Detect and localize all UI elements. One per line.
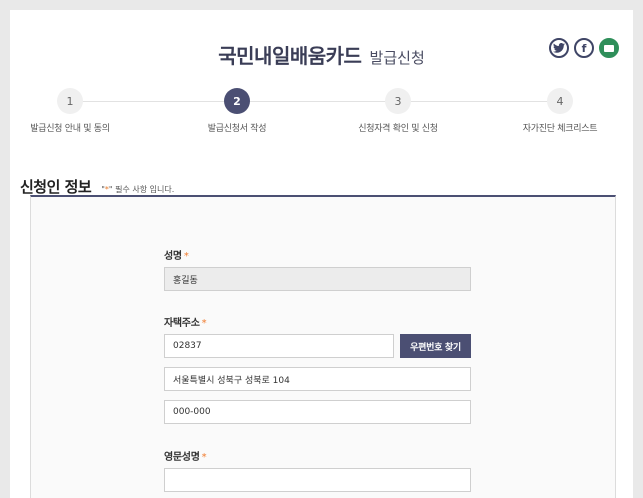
address-line2-field[interactable]: 000-000 bbox=[164, 400, 471, 424]
share-bar: f bbox=[549, 38, 619, 58]
required-note-text: " 필수 사항 입니다. bbox=[108, 185, 175, 194]
step-label: 자가진단 체크리스트 bbox=[522, 124, 598, 134]
progress-steps: 1 발급신청 안내 및 동의 2 발급신청서 작성 3 신청자격 확인 및 신청… bbox=[10, 88, 633, 148]
step-number: 4 bbox=[547, 88, 573, 114]
title-main: 국민내일배움카드 bbox=[218, 44, 362, 68]
name-field: 홍길동 bbox=[164, 267, 471, 291]
step-label: 발급신청 안내 및 동의 bbox=[30, 124, 110, 134]
step-number: 1 bbox=[57, 88, 83, 114]
address-line1-field[interactable]: 서울특별시 성북구 성북로 104 bbox=[164, 367, 471, 391]
english-name-label: 영문성명 * bbox=[164, 448, 207, 463]
step-number: 2 bbox=[224, 88, 250, 114]
section-header: 신청인 정보 "*" 필수 사항 입니다. bbox=[20, 176, 174, 197]
twitter-icon[interactable] bbox=[549, 38, 569, 58]
address-label: 자택주소 * bbox=[164, 314, 207, 329]
step-3: 3 신청자격 확인 및 신청 bbox=[323, 88, 473, 134]
step-2: 2 발급신청서 작성 bbox=[162, 88, 312, 134]
required-star: * bbox=[201, 318, 207, 329]
step-4: 4 자가진단 체크리스트 bbox=[485, 88, 635, 134]
page-title: 국민내일배움카드 발급신청 bbox=[10, 40, 633, 69]
required-note: "*" 필수 사항 입니다. bbox=[101, 184, 174, 195]
section-title: 신청인 정보 bbox=[20, 178, 92, 196]
applicant-form-panel: 성명 * 홍길동 자택주소 * 02837 우편번호 찾기 서울특별시 성북구 성북… bbox=[30, 195, 616, 498]
zipcode-field[interactable]: 02837 bbox=[164, 334, 394, 358]
title-subtitle: 발급신청 bbox=[369, 49, 425, 67]
name-label: 성명 * bbox=[164, 247, 189, 262]
step-label: 신청자격 확인 및 신청 bbox=[358, 124, 438, 134]
address-label-text: 자택주소 bbox=[164, 318, 200, 329]
step-label: 발급신청서 작성 bbox=[207, 124, 267, 134]
page-frame: 국민내일배움카드 발급신청 f 1 발급신청 안내 및 동의 2 발급신청서 작… bbox=[10, 10, 633, 498]
required-star: * bbox=[183, 251, 189, 262]
step-1: 1 발급신청 안내 및 동의 bbox=[0, 88, 145, 134]
english-name-label-text: 영문성명 bbox=[164, 452, 200, 463]
print-icon[interactable] bbox=[599, 38, 619, 58]
step-number: 3 bbox=[385, 88, 411, 114]
name-label-text: 성명 bbox=[164, 251, 182, 262]
zipcode-search-button[interactable]: 우편번호 찾기 bbox=[400, 334, 471, 358]
facebook-icon[interactable]: f bbox=[574, 38, 594, 58]
required-star: * bbox=[201, 452, 207, 463]
english-name-field[interactable] bbox=[164, 468, 471, 492]
